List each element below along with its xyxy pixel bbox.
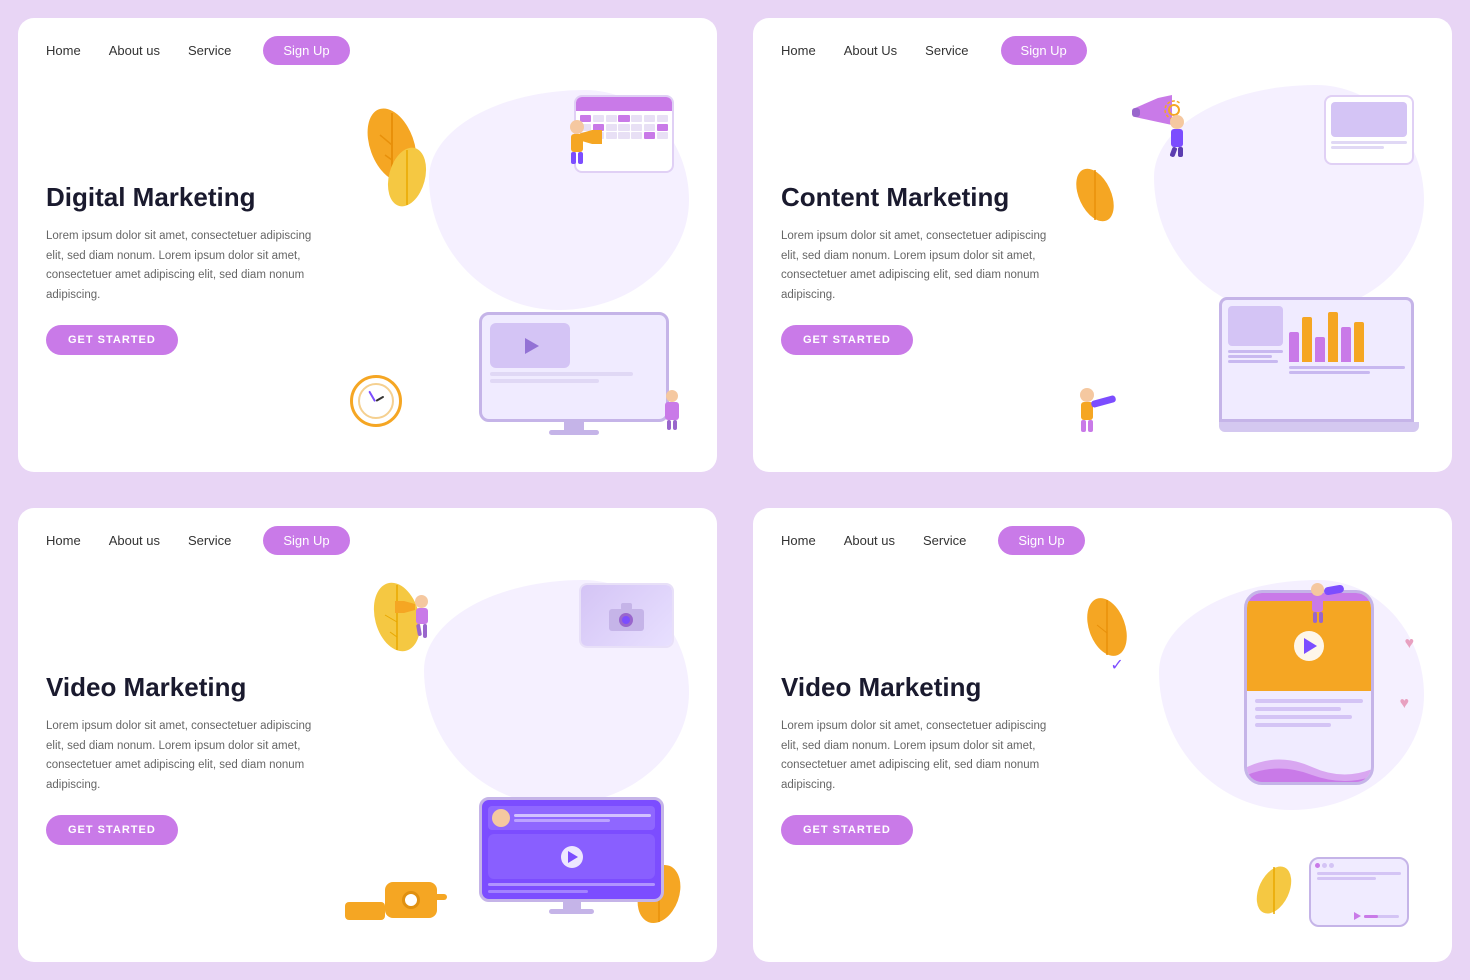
nav-service-3[interactable]: Service bbox=[188, 533, 231, 548]
leaf-right-1 bbox=[385, 145, 430, 215]
card-video-marketing-2: Home About us Service Sign Up Video Mark… bbox=[753, 508, 1452, 962]
nav-service-1[interactable]: Service bbox=[188, 43, 231, 58]
nav-about-2[interactable]: About Us bbox=[844, 43, 897, 58]
leaf-mobile-br bbox=[1254, 862, 1294, 922]
card-content-marketing: Home About Us Service Sign Up Content Ma… bbox=[753, 18, 1452, 472]
monitor-digital bbox=[479, 312, 669, 432]
laptop-content bbox=[1219, 297, 1419, 437]
person-telescope bbox=[1080, 388, 1094, 432]
person-woman bbox=[665, 390, 679, 430]
desc-content-marketing: Lorem ipsum dolor sit amet, consectetuer… bbox=[781, 227, 1060, 305]
person-content bbox=[1170, 115, 1184, 157]
check-icon: ✓ bbox=[1110, 655, 1123, 675]
leaf-content bbox=[1075, 165, 1115, 230]
desc-video-marketing-2: Lorem ipsum dolor sit amet, consectetuer… bbox=[781, 717, 1060, 795]
card-digital-marketing: Home About us Service Sign Up Digital Ma… bbox=[18, 18, 717, 472]
desc-video-marketing-1: Lorem ipsum dolor sit amet, consectetuer… bbox=[46, 717, 325, 795]
heart-icon-2: ♥ bbox=[1400, 695, 1410, 713]
nav-signup-4[interactable]: Sign Up bbox=[998, 526, 1084, 555]
title-video-marketing-2: Video Marketing bbox=[781, 672, 1060, 703]
nav-video-marketing-1: Home About us Service Sign Up bbox=[18, 508, 717, 565]
monitor-video bbox=[479, 797, 664, 912]
illustration-video-marketing-1 bbox=[335, 575, 689, 942]
person-standing bbox=[570, 120, 584, 164]
title-content-marketing: Content Marketing bbox=[781, 182, 1060, 213]
nav-service-4[interactable]: Service bbox=[923, 533, 966, 548]
cta-video-marketing-2[interactable]: GET STARTED bbox=[781, 815, 913, 845]
illustration-content-marketing bbox=[1070, 85, 1424, 452]
nav-digital-marketing: Home About us Service Sign Up bbox=[18, 18, 717, 75]
cta-video-marketing-1[interactable]: GET STARTED bbox=[46, 815, 178, 845]
title-digital-marketing: Digital Marketing bbox=[46, 182, 325, 213]
nav-video-marketing-2: Home About us Service Sign Up bbox=[753, 508, 1452, 565]
cta-digital-marketing[interactable]: GET STARTED bbox=[46, 325, 178, 355]
clock-digital bbox=[350, 375, 402, 427]
nav-service-2[interactable]: Service bbox=[925, 43, 968, 58]
nav-signup-1[interactable]: Sign Up bbox=[263, 36, 349, 65]
nav-signup-2[interactable]: Sign Up bbox=[1001, 36, 1087, 65]
content-card-top bbox=[1324, 95, 1414, 165]
nav-signup-3[interactable]: Sign Up bbox=[263, 526, 349, 555]
photo-card-video bbox=[579, 583, 674, 648]
cta-content-marketing[interactable]: GET STARTED bbox=[781, 325, 913, 355]
nav-home-2[interactable]: Home bbox=[781, 43, 816, 58]
mobile-main bbox=[1244, 590, 1374, 785]
card-video-marketing-1: Home About us Service Sign Up Video Mark… bbox=[18, 508, 717, 962]
title-video-marketing-1: Video Marketing bbox=[46, 672, 325, 703]
nav-about-1[interactable]: About us bbox=[109, 43, 160, 58]
person-megaphone-video bbox=[415, 595, 428, 638]
nav-about-3[interactable]: About us bbox=[109, 533, 160, 548]
camera-video bbox=[385, 882, 437, 922]
person-binoculars bbox=[1311, 583, 1324, 623]
illustration-digital-marketing bbox=[335, 85, 689, 452]
nav-home-4[interactable]: Home bbox=[781, 533, 816, 548]
orange-accent-video bbox=[345, 902, 385, 920]
illustration-video-marketing-2: ♥ ♥ ✓ bbox=[1070, 575, 1424, 942]
nav-about-4[interactable]: About us bbox=[844, 533, 895, 548]
heart-icon-1: ♥ bbox=[1405, 635, 1415, 653]
nav-home-3[interactable]: Home bbox=[46, 533, 81, 548]
nav-content-marketing: Home About Us Service Sign Up bbox=[753, 18, 1452, 75]
desc-digital-marketing: Lorem ipsum dolor sit amet, consectetuer… bbox=[46, 227, 325, 305]
nav-home-1[interactable]: Home bbox=[46, 43, 81, 58]
mobile-secondary bbox=[1309, 857, 1409, 927]
